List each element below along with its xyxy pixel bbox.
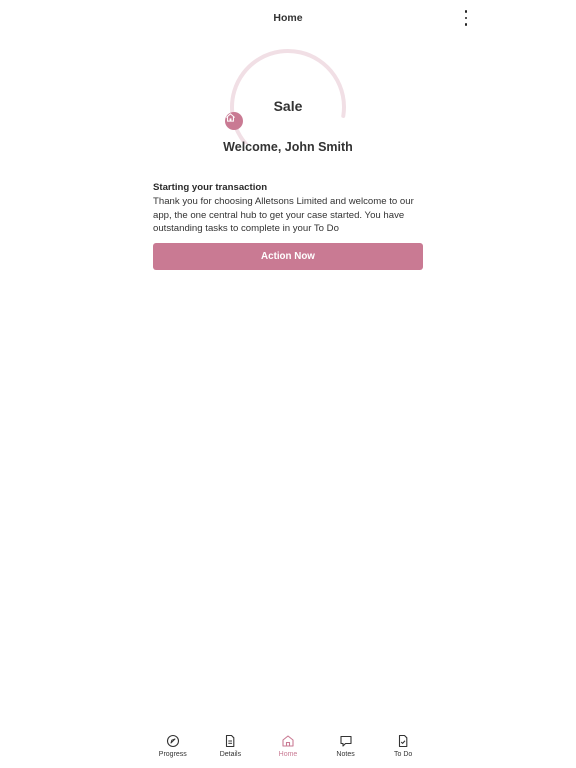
app-screen: Home Sale Welcome, John Smith Starting y… [0,0,576,768]
page-title: Home [273,12,303,24]
nav-item-details[interactable]: Details [202,728,260,764]
nav-item-notes[interactable]: Notes [317,728,375,764]
nav-label-progress: Progress [158,751,187,758]
home-badge [225,112,243,130]
action-now-button[interactable]: Action Now [153,243,423,270]
progress-ring-graphic [230,49,346,144]
menu-dot-icon [464,16,468,20]
house-icon [226,113,235,122]
nav-item-progress[interactable]: Progress [144,728,202,764]
nav-label-todo: To Do [394,751,413,758]
nav-item-todo[interactable]: To Do [374,728,432,764]
document-check-icon [399,734,408,748]
transaction-type-label: Sale [273,98,303,114]
menu-dot-icon [464,10,468,13]
top-bar: Home [0,0,576,36]
nav-label-details: Details [219,751,242,758]
transaction-heading: Starting your transaction [153,182,268,193]
home-icon [282,735,294,747]
compass-icon [166,734,179,748]
transaction-description: Thank you for choosing Alletsons Limited… [153,196,414,234]
more-options-button[interactable] [460,10,472,26]
bottom-navigation: Progress Details Home Notes To Do [144,728,432,764]
nav-label-notes: Notes [336,751,355,758]
nav-item-home[interactable]: Home [259,728,317,764]
welcome-message: Welcome, John Smith [223,140,353,154]
progress-ring: Sale [223,44,353,144]
nav-label-home: Home [278,751,298,758]
chat-icon [340,735,352,747]
document-icon [226,734,235,748]
transaction-info: Starting your transaction Thank you for … [153,181,425,236]
menu-dot-icon [464,23,468,26]
